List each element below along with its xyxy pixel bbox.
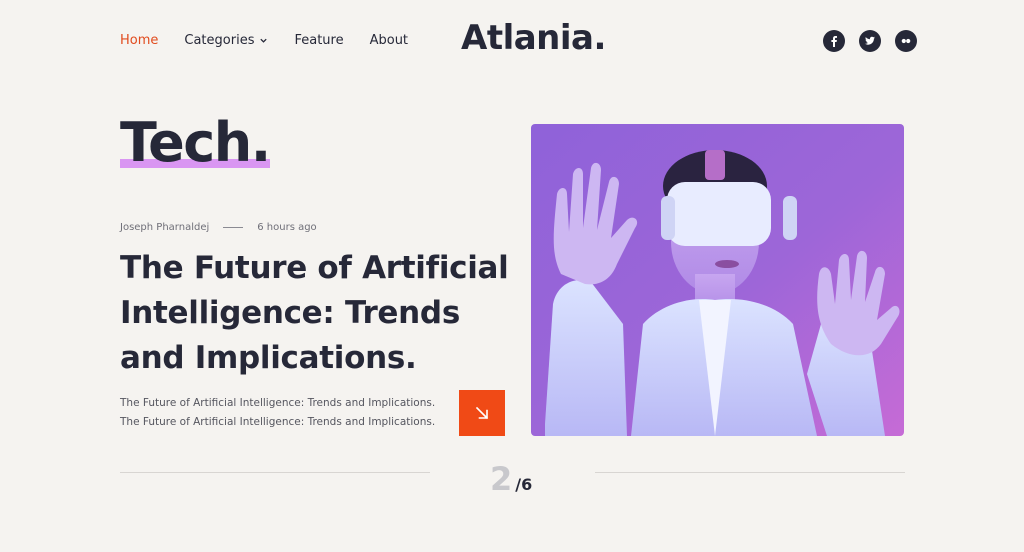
chevron-down-icon — [260, 38, 268, 43]
facebook-icon[interactable] — [823, 30, 845, 52]
post-meta: Joseph Pharnaldej 6 hours ago — [120, 222, 317, 233]
nav-categories-label: Categories — [184, 33, 255, 48]
hero-image[interactable] — [531, 124, 904, 436]
pager-total: /6 — [515, 475, 533, 494]
nav-about-label: About — [369, 33, 409, 48]
main-nav: Home Categories Feature About — [120, 33, 408, 48]
nav-feature[interactable]: Feature — [294, 33, 343, 48]
nav-home[interactable]: Home — [120, 33, 158, 48]
post-time: 6 hours ago — [257, 222, 317, 233]
pager-current: 2 — [490, 460, 513, 498]
post-excerpt: The Future of Artificial Intelligence: T… — [120, 397, 436, 428]
pager-line-right — [595, 472, 905, 473]
post-author[interactable]: Joseph Pharnaldej — [120, 222, 209, 233]
category-heading: Tech. — [120, 116, 271, 170]
arrow-down-right-icon — [475, 406, 489, 420]
nav-about[interactable]: About — [370, 33, 408, 48]
nav-home-label: Home — [120, 33, 159, 48]
post-title[interactable]: The Future of Artificial Intelligence: T… — [120, 246, 520, 381]
social-links — [823, 30, 917, 52]
meta-divider — [223, 227, 244, 228]
vr-person-illustration — [531, 124, 904, 436]
nav-categories[interactable]: Categories — [184, 33, 268, 48]
site-logo[interactable]: Atlania. — [461, 18, 606, 58]
slide-pager: 2 /6 — [490, 460, 532, 498]
pager-line-left — [120, 472, 430, 473]
category-label[interactable]: Tech. — [120, 111, 271, 174]
flickr-icon[interactable] — [895, 30, 917, 52]
twitter-icon[interactable] — [859, 30, 881, 52]
read-more-button[interactable] — [459, 390, 505, 436]
nav-feature-label: Feature — [294, 33, 344, 48]
